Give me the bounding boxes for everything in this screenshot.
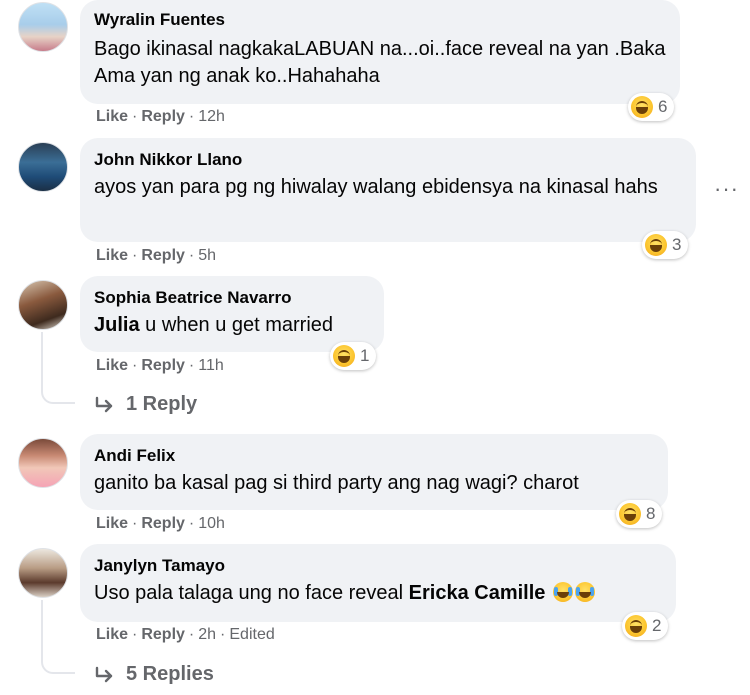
separator: · (132, 108, 138, 125)
view-replies-link[interactable]: 1 Reply (94, 393, 197, 416)
comment-actions: Like · Reply · 11h (96, 357, 224, 375)
thread-line (41, 332, 75, 404)
reaction-badge[interactable]: 1 (330, 342, 377, 370)
comment-actions: Like · Reply · 12h (96, 108, 225, 126)
separator: · (132, 515, 138, 532)
comment: Wyralin Fuentes Bago ikinasal nagkakaLAB… (0, 0, 750, 130)
comment-bubble: John Nikkor Llano ayos yan para pg ng hi… (80, 138, 696, 242)
comment-timestamp[interactable]: 12h (198, 108, 225, 125)
reply-button[interactable]: Reply (141, 515, 185, 532)
like-button[interactable]: Like (96, 626, 128, 643)
view-replies-link[interactable]: 5 Replies (94, 663, 214, 686)
reaction-count: 8 (646, 504, 656, 523)
comment-author[interactable]: Wyralin Fuentes (94, 10, 666, 30)
comment-text: ganito ba kasal pag si third party ang n… (94, 472, 579, 494)
comment-text: Uso pala talaga ung no face reveal Erick… (94, 580, 662, 607)
comment-text-body: Uso pala talaga ung no face reveal (94, 582, 404, 604)
comment-text: Bago ikinasal nagkakaLABUAN na...oi..fac… (94, 38, 666, 87)
reaction-badge[interactable]: 6 (628, 93, 675, 121)
reply-button[interactable]: Reply (141, 108, 185, 125)
comment-actions: Like · Reply · 10h (96, 515, 225, 533)
comment-bubble: Sophia Beatrice Navarro Julia u when u g… (80, 276, 384, 352)
separator: · (188, 108, 195, 125)
comment-timestamp[interactable]: 2h (198, 626, 216, 643)
mention-link[interactable]: Ericka Camille (409, 582, 546, 604)
comment-bubble: Wyralin Fuentes Bago ikinasal nagkakaLAB… (80, 0, 680, 104)
separator: · (132, 357, 138, 374)
separator: · (132, 626, 138, 643)
like-button[interactable]: Like (96, 247, 128, 264)
tears-of-joy-emoji-icon (552, 582, 573, 602)
comment-text: Julia u when u get married (94, 312, 370, 339)
haha-reaction-icon (619, 503, 641, 525)
avatar[interactable] (18, 280, 68, 330)
like-button[interactable]: Like (96, 357, 128, 374)
separator: · (188, 247, 195, 264)
comment-author[interactable]: Sophia Beatrice Navarro (94, 288, 370, 308)
reaction-count: 2 (652, 616, 662, 635)
comment-timestamp[interactable]: 5h (198, 247, 216, 264)
comment-timestamp[interactable]: 10h (198, 515, 225, 532)
reply-button[interactable]: Reply (141, 626, 185, 643)
haha-reaction-icon (631, 96, 653, 118)
comment-text: ayos yan para pg ng hiwalay walang ebide… (94, 176, 658, 198)
reaction-badge[interactable]: 3 (642, 231, 689, 259)
haha-reaction-icon (625, 615, 647, 637)
tears-of-joy-emoji-icon (574, 582, 595, 602)
like-button[interactable]: Like (96, 515, 128, 532)
reaction-count: 3 (672, 235, 682, 254)
comment-actions: Like · Reply · 5h (96, 247, 216, 265)
comment: Sophia Beatrice Navarro Julia u when u g… (0, 276, 750, 426)
reaction-count: 6 (658, 97, 668, 116)
mention-link[interactable]: Julia (94, 314, 140, 336)
comment: Janylyn Tamayo Uso pala talaga ung no fa… (0, 544, 750, 695)
reaction-badge[interactable]: 2 (622, 612, 669, 640)
separator: · (188, 357, 195, 374)
comment-author[interactable]: Andi Felix (94, 446, 654, 466)
comment-bubble: Andi Felix ganito ba kasal pag si third … (80, 434, 668, 510)
avatar[interactable] (18, 142, 68, 192)
avatar[interactable] (18, 548, 68, 598)
comment-actions: Like · Reply · 2h · Edited (96, 626, 275, 644)
avatar[interactable] (18, 2, 68, 52)
avatar[interactable] (18, 438, 68, 488)
comment-author[interactable]: Janylyn Tamayo (94, 556, 662, 576)
reply-button[interactable]: Reply (141, 247, 185, 264)
comment-timestamp[interactable]: 11h (198, 357, 224, 374)
edited-label: Edited (229, 626, 275, 643)
comment-bubble: Janylyn Tamayo Uso pala talaga ung no fa… (80, 544, 676, 622)
separator: · (188, 626, 195, 643)
reaction-badge[interactable]: 8 (616, 500, 663, 528)
separator: · (132, 247, 138, 264)
reply-button[interactable]: Reply (141, 357, 185, 374)
like-button[interactable]: Like (96, 108, 128, 125)
comment: Andi Felix ganito ba kasal pag si third … (0, 434, 750, 544)
replies-count-label[interactable]: 5 Replies (126, 663, 214, 686)
comment-text-body: u when u get married (145, 314, 334, 336)
reply-arrow-icon (95, 396, 113, 412)
haha-reaction-icon (333, 345, 355, 367)
reply-arrow-icon (95, 666, 113, 682)
thread-line (41, 600, 75, 674)
replies-count-label[interactable]: 1 Reply (126, 393, 197, 416)
haha-reaction-icon (645, 234, 667, 256)
comment-author[interactable]: John Nikkor Llano (94, 150, 682, 170)
separator: · (220, 626, 226, 643)
separator: · (188, 515, 195, 532)
more-options-icon[interactable]: ··· (714, 178, 739, 200)
reaction-count: 1 (360, 346, 370, 365)
comment: John Nikkor Llano ayos yan para pg ng hi… (0, 138, 750, 268)
